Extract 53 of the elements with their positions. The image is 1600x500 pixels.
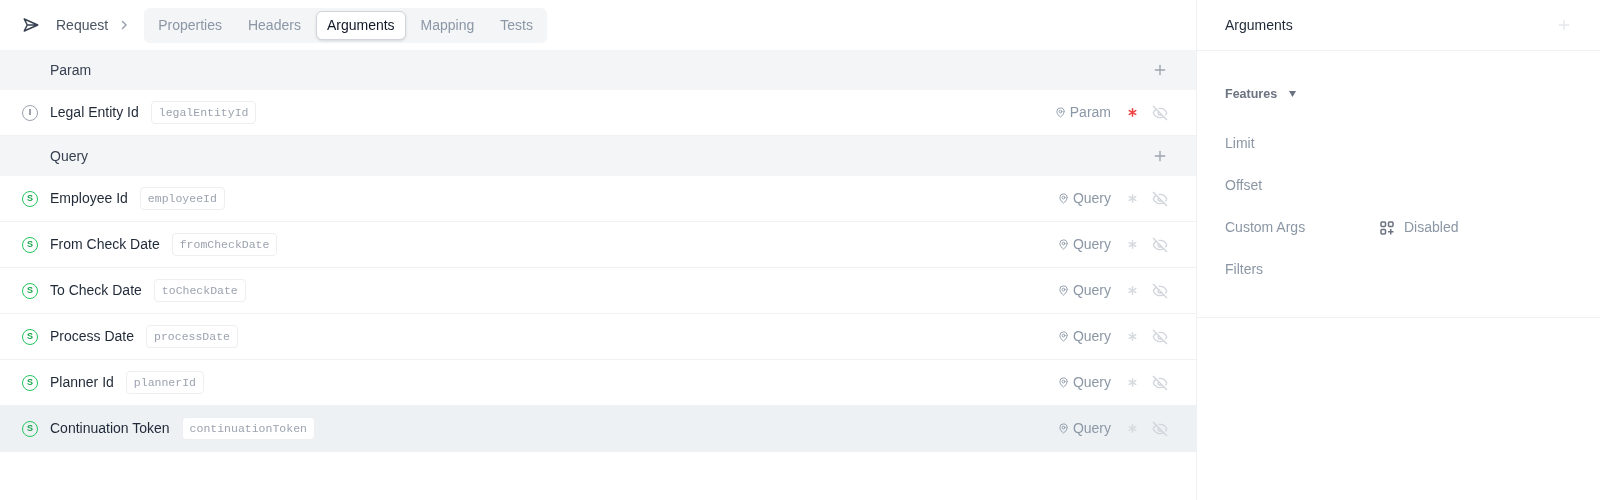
- argument-name: Planner Id: [50, 373, 114, 392]
- argument-location: Query: [1072, 373, 1111, 392]
- location-pin-icon: [1057, 331, 1069, 342]
- location-pin-icon: [1057, 285, 1069, 296]
- argument-name: Employee Id: [50, 189, 128, 208]
- section-title: Query: [50, 146, 90, 166]
- argument-name: Process Date: [50, 327, 135, 346]
- argument-location: Param: [1069, 103, 1111, 122]
- argument-name: To Check Date: [50, 281, 142, 300]
- add-icon[interactable]: [1152, 62, 1168, 78]
- argument-location: Query: [1072, 281, 1111, 300]
- location-pin-icon: [1057, 193, 1069, 204]
- feature-label: Limit: [1225, 134, 1256, 154]
- eye-off-icon[interactable]: [1152, 236, 1168, 253]
- add-icon[interactable]: [1556, 17, 1572, 33]
- argument-location: Query: [1072, 419, 1111, 438]
- argument-name: Legal Entity Id: [50, 103, 139, 122]
- eye-off-icon[interactable]: [1152, 282, 1168, 299]
- add-icon[interactable]: [1152, 148, 1168, 164]
- feature-label: Offset: [1225, 176, 1264, 196]
- chevron-icon: [120, 20, 129, 30]
- caret-icon: [1289, 91, 1297, 98]
- location-pin-icon: [1057, 377, 1069, 388]
- argument-key: employeeId: [139, 186, 225, 211]
- feature-label: Filters: [1225, 260, 1265, 280]
- argument-key: legalEntityId: [150, 100, 257, 125]
- argument-key: fromCheckDate: [171, 232, 278, 257]
- argument-key: continuationToken: [181, 416, 315, 441]
- argument-key: plannerId: [125, 370, 204, 395]
- send-icon: [22, 16, 40, 34]
- argument-row[interactable]: S Continuation Token continuationToken Query: [0, 406, 1196, 452]
- section-title: Param: [50, 60, 93, 80]
- eye-off-icon[interactable]: [1152, 104, 1168, 121]
- location-pin-icon: [1057, 423, 1069, 434]
- eye-off-icon[interactable]: [1152, 190, 1168, 207]
- argument-name: Continuation Token: [50, 419, 170, 438]
- eye-off-icon[interactable]: [1152, 374, 1168, 391]
- eye-off-icon[interactable]: [1152, 420, 1168, 437]
- features-toggle[interactable]: Features: [1225, 85, 1297, 104]
- argument-location: Query: [1072, 189, 1111, 208]
- argument-location: Query: [1072, 327, 1111, 346]
- location-pin-icon: [1057, 239, 1069, 250]
- grid-icon: [1380, 220, 1394, 235]
- breadcrumb-label[interactable]: Request: [56, 14, 109, 36]
- argument-location: Query: [1072, 235, 1111, 254]
- tab[interactable]: Arguments: [315, 10, 406, 40]
- argument-key: processDate: [146, 324, 238, 349]
- feature-label: Custom Args: [1225, 218, 1307, 238]
- location-pin-icon: [1054, 107, 1066, 118]
- argument-key: toCheckDate: [153, 278, 246, 303]
- panel-title: Arguments: [1225, 15, 1294, 35]
- eye-off-icon[interactable]: [1152, 328, 1168, 345]
- argument-name: From Check Date: [50, 235, 160, 254]
